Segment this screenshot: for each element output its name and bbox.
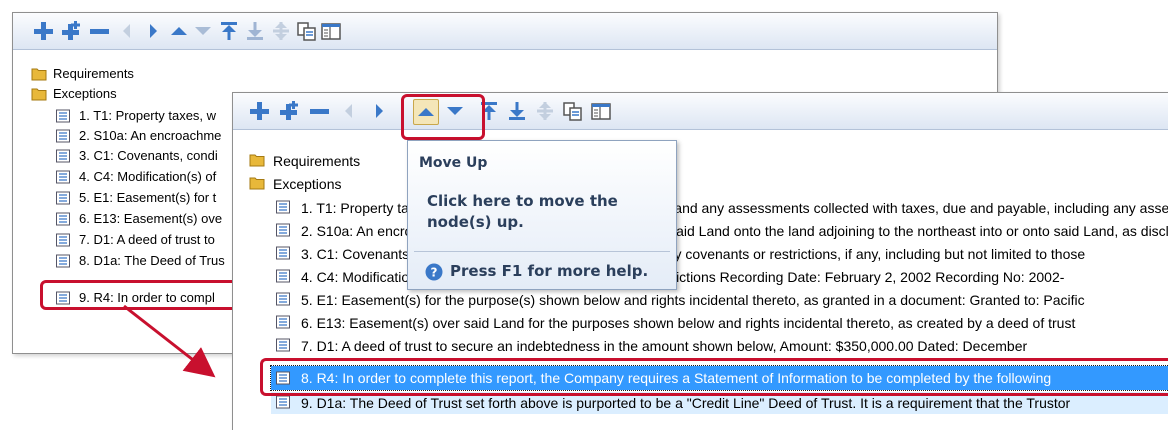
tree-item[interactable]: 4. C4: Modification(s) of said covenants… — [233, 266, 1168, 288]
folder-icon — [31, 66, 47, 82]
document-icon — [275, 314, 291, 330]
tree-item[interactable]: 6. E13: Easement(s) over said Land for t… — [233, 312, 1168, 334]
tree-item-exceptions[interactable]: Exceptions — [233, 173, 1168, 195]
move-to-top-icon[interactable] — [217, 19, 241, 43]
document-icon — [55, 190, 71, 206]
document-icon — [55, 232, 71, 248]
move-up-icon[interactable] — [413, 99, 439, 125]
tree-item[interactable]: 1. T1: Property taxes, including any per… — [233, 197, 1168, 219]
move-right-icon[interactable] — [367, 99, 391, 123]
document-icon — [55, 290, 71, 306]
tree-item-label: 7. D1: A deed of trust to — [79, 232, 215, 247]
copy-icon[interactable] — [295, 19, 319, 43]
tree-item-label: Requirements — [53, 66, 134, 81]
document-icon — [275, 370, 291, 386]
expand-all-icon[interactable] — [269, 19, 293, 43]
tree-item-label: Requirements — [273, 153, 361, 169]
add-icon[interactable] — [247, 99, 271, 123]
document-icon — [55, 108, 71, 124]
tree-item-label: 7. D1: A deed of trust to secure an inde… — [301, 338, 1028, 354]
tree-item-label: 5. E1: Easement(s) for the purpose(s) sh… — [301, 292, 1085, 308]
add-child-icon[interactable] — [59, 19, 83, 43]
tree-item-label: 3. C1: Covenants, condi — [79, 148, 218, 163]
move-left-icon[interactable] — [115, 19, 139, 43]
tree-item-label: 2. S10a: An encroachme — [79, 128, 222, 143]
move-up-tooltip: Move Up Click here to move the node(s) u… — [407, 140, 677, 290]
document-icon — [55, 253, 71, 269]
tree-item-requirements[interactable]: Requirements — [233, 150, 1168, 172]
tooltip-help-text: Press F1 for more help. — [450, 262, 649, 280]
front-toolbar — [233, 93, 1168, 130]
front-window: Requirements Exceptions 1. T1: Property … — [232, 92, 1168, 430]
back-toolbar — [13, 13, 997, 50]
tree-item-selected[interactable]: 8. R4: In order to complete this report,… — [270, 365, 1168, 391]
move-left-icon[interactable] — [337, 99, 361, 123]
tree-item[interactable]: 9. D1a: The Deed of Trust set forth abov… — [271, 392, 1168, 414]
move-down-icon[interactable] — [191, 19, 215, 43]
remove-icon[interactable] — [307, 99, 331, 123]
document-icon — [55, 211, 71, 227]
add-child-icon[interactable] — [277, 99, 301, 123]
tooltip-body: Click here to move the node(s) up. — [427, 192, 618, 231]
tree-item-label: Exceptions — [273, 176, 342, 192]
document-icon — [55, 169, 71, 185]
move-to-top-icon[interactable] — [477, 99, 501, 123]
front-tree: Requirements Exceptions 1. T1: Property … — [233, 130, 1168, 430]
tree-item-label: Exceptions — [53, 86, 117, 101]
tree-item[interactable]: 2. S10a: An encroachment of the improvem… — [233, 220, 1168, 242]
tooltip-divider — [414, 251, 670, 252]
document-icon — [55, 148, 71, 164]
tree-item-label: 1. T1: Property taxes, w — [79, 108, 217, 123]
expand-all-icon[interactable] — [533, 99, 557, 123]
document-icon — [275, 337, 291, 353]
tree-item[interactable]: 5. E1: Easement(s) for the purpose(s) sh… — [233, 289, 1168, 311]
screenshot-stage: Requirements Exceptions 1. T1: Property … — [0, 0, 1168, 430]
move-to-bottom-icon[interactable] — [243, 19, 267, 43]
document-icon — [275, 291, 291, 307]
layout-icon[interactable] — [589, 99, 613, 123]
move-down-icon[interactable] — [443, 99, 467, 123]
copy-icon[interactable] — [561, 99, 585, 123]
tree-item-requirements[interactable]: Requirements — [13, 64, 997, 84]
folder-icon — [249, 152, 265, 168]
tree-item-label: 5. E1: Easement(s) for t — [79, 190, 217, 205]
folder-icon — [31, 86, 47, 102]
tree-item[interactable]: 7. D1: A deed of trust to secure an inde… — [233, 335, 1168, 357]
tooltip-title: Move Up — [419, 155, 488, 171]
tree-item-label: 9. R4: In order to compl — [79, 290, 215, 305]
document-icon — [275, 199, 291, 215]
document-icon — [275, 222, 291, 238]
tree-item-label: 8. R4: In order to complete this report,… — [301, 370, 1052, 386]
document-icon — [55, 128, 71, 144]
folder-icon — [249, 175, 265, 191]
document-icon — [275, 268, 291, 284]
help-icon: ? — [425, 263, 443, 281]
move-up-icon[interactable] — [167, 19, 191, 43]
add-icon[interactable] — [31, 19, 55, 43]
document-icon — [275, 394, 291, 410]
document-icon — [275, 245, 291, 261]
tree-item-label: 6. E13: Easement(s) ove — [79, 211, 223, 226]
move-right-icon[interactable] — [141, 19, 165, 43]
tree-item-label: 8. D1a: The Deed of Trus — [79, 253, 225, 268]
tree-item-label: 4. C4: Modification(s) of — [79, 169, 217, 184]
tree-item[interactable]: 3. C1: Covenants, conditions and restric… — [233, 243, 1168, 265]
remove-icon[interactable] — [87, 19, 111, 43]
tree-item-label: 9. D1a: The Deed of Trust set forth abov… — [301, 395, 1071, 411]
tree-item-label: 6. E13: Easement(s) over said Land for t… — [301, 315, 1076, 331]
layout-icon[interactable] — [319, 19, 343, 43]
svg-text:?: ? — [431, 266, 438, 280]
move-to-bottom-icon[interactable] — [505, 99, 529, 123]
